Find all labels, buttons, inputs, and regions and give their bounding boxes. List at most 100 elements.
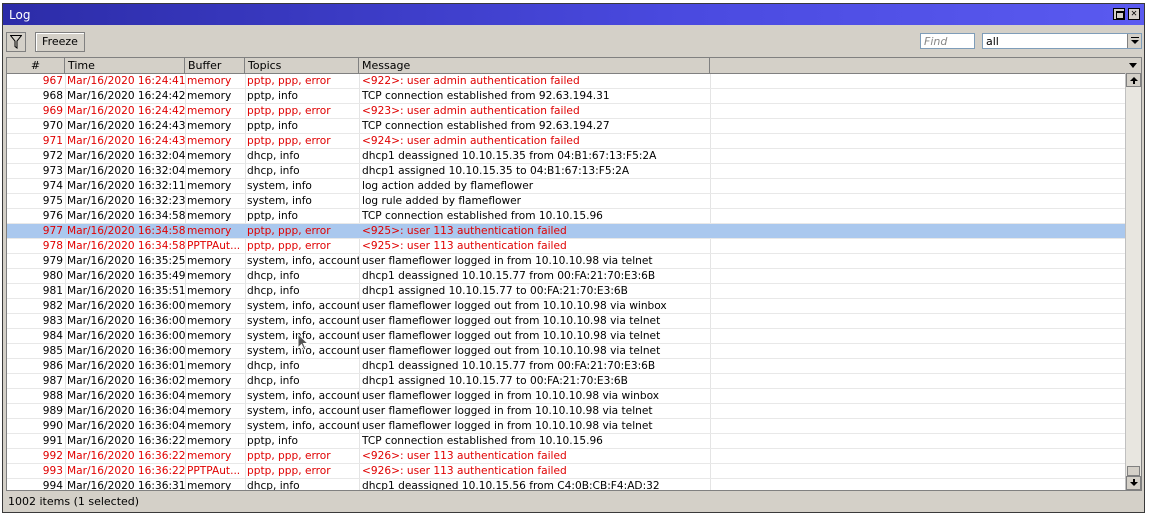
row-number: 977 — [42, 225, 63, 237]
row-number: 974 — [42, 180, 63, 192]
row-number: 993 — [42, 465, 63, 477]
row-topics: system, info, account — [247, 315, 359, 327]
table-row[interactable]: 988 Mar/16/2020 16:36:04 memory system, inf… — [7, 389, 1127, 404]
row-message: <924>: user admin authentication failed — [362, 135, 580, 147]
column-header-number[interactable]: # — [7, 58, 65, 73]
row-time: Mar/16/2020 16:35:25 — [67, 255, 185, 267]
column-menu-chevron-down-icon[interactable] — [1125, 58, 1141, 73]
row-buffer: memory — [187, 255, 232, 267]
table-row[interactable]: 985 Mar/16/2020 16:36:00 memory system, inf… — [7, 344, 1127, 359]
filter-select[interactable]: all — [982, 33, 1142, 49]
row-number: 972 — [42, 150, 63, 162]
row-message: user flameflower logged in from 10.10.10… — [362, 420, 653, 432]
row-time: Mar/16/2020 16:36:02 — [67, 375, 185, 387]
table-row[interactable]: 982 Mar/16/2020 16:36:00 memory system, inf… — [7, 299, 1127, 314]
row-topics: pptp, ppp, error — [247, 240, 331, 252]
row-topics: system, info, account — [247, 390, 359, 402]
row-topics: pptp, info — [247, 210, 298, 222]
row-time: Mar/16/2020 16:36:04 — [67, 405, 185, 417]
row-topics: system, info, account — [247, 405, 359, 417]
scroll-up-arrow-icon[interactable] — [1126, 73, 1141, 87]
row-message: user flameflower logged out from 10.10.1… — [362, 315, 661, 327]
table-row[interactable]: 991 Mar/16/2020 16:36:22 memory pptp, info T… — [7, 434, 1127, 449]
row-time: Mar/16/2020 16:32:04 — [67, 150, 185, 162]
table-row[interactable]: 994 Mar/16/2020 16:36:31 memory dhcp, info d… — [7, 479, 1127, 491]
table-row[interactable]: 970 Mar/16/2020 16:24:43 memory pptp, info T… — [7, 119, 1127, 134]
row-buffer: memory — [187, 210, 232, 222]
table-row[interactable]: 969 Mar/16/2020 16:24:42 memory pptp, ppp, … — [7, 104, 1127, 119]
close-window-button[interactable]: ✕ — [1128, 8, 1140, 20]
table-row[interactable]: 975 Mar/16/2020 16:32:23 memory system, inf… — [7, 194, 1127, 209]
row-time: Mar/16/2020 16:35:49 — [67, 270, 185, 282]
table-body: 967 Mar/16/2020 16:24:41 memory pptp, ppp, … — [7, 74, 1127, 491]
row-number: 980 — [42, 270, 63, 282]
row-message: dhcp1 assigned 10.10.15.77 to 00:FA:21:7… — [362, 375, 628, 387]
row-topics: dhcp, info — [247, 360, 300, 372]
table-row[interactable]: 989 Mar/16/2020 16:36:04 memory system, inf… — [7, 404, 1127, 419]
table-row[interactable]: 992 Mar/16/2020 16:36:22 memory pptp, ppp, … — [7, 449, 1127, 464]
table-row[interactable]: 977 Mar/16/2020 16:34:58 memory pptp, ppp, … — [7, 224, 1127, 239]
row-number: 967 — [42, 75, 63, 87]
row-time: Mar/16/2020 16:34:58 — [67, 210, 185, 222]
table-row[interactable]: 984 Mar/16/2020 16:36:00 memory system, inf… — [7, 329, 1127, 344]
column-header-buffer[interactable]: Buffer — [185, 58, 245, 73]
row-number: 994 — [42, 480, 63, 491]
table-row[interactable]: 990 Mar/16/2020 16:36:04 memory system, inf… — [7, 419, 1127, 434]
row-time: Mar/16/2020 16:36:22 — [67, 435, 185, 447]
table-row[interactable]: 976 Mar/16/2020 16:34:58 memory pptp, info T… — [7, 209, 1127, 224]
scrollbar-thumb[interactable] — [1127, 466, 1140, 476]
table-row[interactable]: 980 Mar/16/2020 16:35:49 memory dhcp, info d… — [7, 269, 1127, 284]
table-row[interactable]: 983 Mar/16/2020 16:36:00 memory system, inf… — [7, 314, 1127, 329]
table-header: # Time Buffer Topics Message — [7, 58, 1127, 74]
log-window: Log ✕ Freeze all # Time Buffer Topics Me… — [2, 3, 1145, 513]
row-time: Mar/16/2020 16:24:43 — [67, 120, 185, 132]
row-message: TCP connection established from 10.10.15… — [362, 435, 603, 447]
row-topics: system, info — [247, 195, 312, 207]
restore-window-button[interactable] — [1113, 8, 1125, 20]
column-header-topics[interactable]: Topics — [245, 58, 359, 73]
freeze-button[interactable]: Freeze — [35, 32, 85, 52]
dropdown-arrow-icon[interactable] — [1127, 34, 1141, 48]
row-number: 989 — [42, 405, 63, 417]
row-buffer: memory — [187, 315, 232, 327]
table-row[interactable]: 986 Mar/16/2020 16:36:01 memory dhcp, info d… — [7, 359, 1127, 374]
row-buffer: memory — [187, 435, 232, 447]
row-number: 978 — [42, 240, 63, 252]
row-message: dhcp1 assigned 10.10.15.35 to 04:B1:67:1… — [362, 165, 630, 177]
row-message: user flameflower logged in from 10.10.10… — [362, 405, 653, 417]
row-topics: pptp, ppp, error — [247, 450, 331, 462]
row-number: 979 — [42, 255, 63, 267]
title-bar[interactable]: Log ✕ — [3, 4, 1144, 25]
row-number: 984 — [42, 330, 63, 342]
toolbar: Freeze all — [3, 25, 1144, 55]
find-input[interactable] — [920, 33, 975, 49]
table-row[interactable]: 968 Mar/16/2020 16:24:42 memory pptp, info T… — [7, 89, 1127, 104]
row-buffer: PPTPAut... — [187, 240, 241, 252]
vertical-scrollbar[interactable] — [1125, 73, 1141, 490]
row-buffer: memory — [187, 225, 232, 237]
row-message: <926>: user 113 authentication failed — [362, 465, 567, 477]
row-buffer: memory — [187, 360, 232, 372]
table-row[interactable]: 971 Mar/16/2020 16:24:43 memory pptp, ppp, … — [7, 134, 1127, 149]
filter-button[interactable] — [6, 32, 26, 52]
table-row[interactable]: 993 Mar/16/2020 16:36:22 PPTPAut... pptp, p… — [7, 464, 1127, 479]
table-row[interactable]: 981 Mar/16/2020 16:35:51 memory dhcp, info d… — [7, 284, 1127, 299]
row-time: Mar/16/2020 16:32:04 — [67, 165, 185, 177]
row-buffer: memory — [187, 75, 232, 87]
column-header-message[interactable]: Message — [359, 58, 710, 73]
table-row[interactable]: 974 Mar/16/2020 16:32:11 memory system, inf… — [7, 179, 1127, 194]
row-time: Mar/16/2020 16:36:01 — [67, 360, 185, 372]
row-number: 971 — [42, 135, 63, 147]
table-row[interactable]: 979 Mar/16/2020 16:35:25 memory system, inf… — [7, 254, 1127, 269]
row-topics: system, info, account — [247, 255, 359, 267]
table-row[interactable]: 987 Mar/16/2020 16:36:02 memory dhcp, info d… — [7, 374, 1127, 389]
row-message: <922>: user admin authentication failed — [362, 75, 580, 87]
table-row[interactable]: 973 Mar/16/2020 16:32:04 memory dhcp, info d… — [7, 164, 1127, 179]
row-time: Mar/16/2020 16:32:23 — [67, 195, 185, 207]
table-row[interactable]: 972 Mar/16/2020 16:32:04 memory dhcp, info d… — [7, 149, 1127, 164]
row-message: user flameflower logged out from 10.10.1… — [362, 300, 667, 312]
column-header-time[interactable]: Time — [65, 58, 185, 73]
scroll-down-arrow-icon[interactable] — [1126, 476, 1141, 490]
table-row[interactable]: 967 Mar/16/2020 16:24:41 memory pptp, ppp, … — [7, 74, 1127, 89]
table-row[interactable]: 978 Mar/16/2020 16:34:58 PPTPAut... pptp, p… — [7, 239, 1127, 254]
